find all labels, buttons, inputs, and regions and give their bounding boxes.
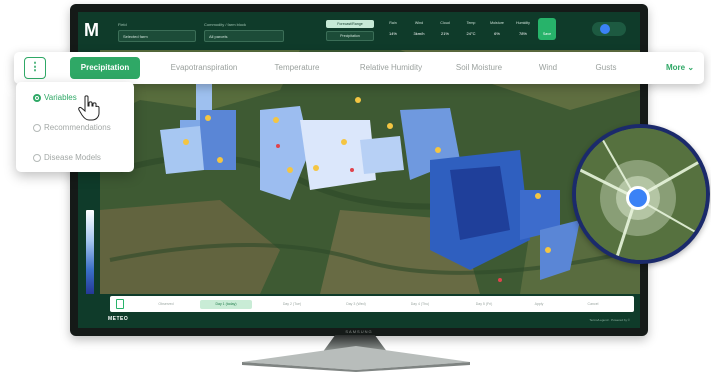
menu-button[interactable]: ⋮ bbox=[24, 57, 46, 79]
hand-cursor-icon bbox=[78, 95, 100, 121]
option-variables[interactable]: Variables bbox=[33, 92, 77, 104]
radio-icon bbox=[33, 154, 41, 162]
option-recommendations[interactable]: Recommendations bbox=[33, 122, 111, 134]
metric-humidity: Humidity 78% bbox=[516, 21, 530, 36]
mode-dropdown: Variables Recommendations Disease Models bbox=[16, 82, 134, 172]
day-2[interactable]: Day 2 (Tue) bbox=[264, 300, 320, 309]
metric-moisture: Moisture 6% bbox=[490, 21, 504, 36]
forecast-badge[interactable]: Forecast/Range bbox=[326, 20, 374, 28]
day-1[interactable]: Day 1 (today) bbox=[200, 300, 252, 309]
cancel-button[interactable]: Cancel bbox=[578, 300, 608, 309]
calendar-icon[interactable] bbox=[116, 299, 124, 309]
tv-stand-base bbox=[242, 346, 470, 372]
marketing-stage: M Field Selected farm Commodity / farm b… bbox=[0, 0, 711, 384]
day-5[interactable]: Day 5 (Fri) bbox=[456, 300, 512, 309]
metric-cloud: Cloud 21% bbox=[440, 21, 450, 36]
bottom-bar: Observed Day 1 (today) Day 2 (Tue) Day 3… bbox=[78, 294, 640, 328]
metric-wind: Wind 3km/h bbox=[413, 21, 425, 36]
tab-gusts[interactable]: Gusts bbox=[586, 61, 626, 75]
apply-button[interactable]: Apply bbox=[524, 300, 554, 309]
chevron-down-icon: ⌄ bbox=[687, 63, 695, 72]
zoom-map bbox=[576, 128, 706, 260]
tab-evapotranspiration[interactable]: Evapotranspiration bbox=[164, 61, 244, 75]
tab-temperature[interactable]: Temperature bbox=[262, 61, 332, 75]
field-label: Field bbox=[118, 22, 127, 27]
metric-temp: Temp 24°C bbox=[466, 21, 476, 36]
variable-tab-bar: ⋮ Precipitation Evapotranspiration Tempe… bbox=[14, 52, 704, 84]
day-4[interactable]: Day 4 (Thu) bbox=[392, 300, 448, 309]
day-observed[interactable]: Observed bbox=[136, 300, 196, 309]
app-logo[interactable]: M bbox=[84, 20, 99, 41]
save-button[interactable]: Save bbox=[538, 18, 556, 40]
day-selector: Observed Day 1 (today) Day 2 (Tue) Day 3… bbox=[110, 296, 634, 312]
tab-wind[interactable]: Wind bbox=[528, 61, 568, 75]
more-dropdown[interactable]: More ⌄ bbox=[666, 61, 694, 75]
toggle-knob bbox=[600, 24, 610, 34]
field-select[interactable]: Selected farm bbox=[118, 30, 196, 42]
radio-icon bbox=[33, 124, 41, 132]
footer-logo: METEO bbox=[108, 316, 129, 322]
footer-credits: Terms/Legend · Powered by © bbox=[589, 318, 630, 322]
radio-icon bbox=[33, 94, 41, 102]
tab-soil-moisture[interactable]: Soil Moisture bbox=[444, 61, 514, 75]
zoom-inset bbox=[572, 124, 710, 264]
menu-icon: ⋮ bbox=[29, 61, 41, 73]
day-3[interactable]: Day 3 (Wed) bbox=[328, 300, 384, 309]
user-toggle[interactable] bbox=[592, 22, 626, 36]
map-canvas bbox=[100, 50, 640, 294]
location-dot-icon bbox=[629, 189, 647, 207]
forecast-select[interactable]: Precipitation bbox=[326, 31, 374, 41]
satellite-map[interactable] bbox=[100, 50, 640, 294]
commodity-select[interactable]: All parcels bbox=[204, 30, 284, 42]
tv-brand: SAMSUNG bbox=[345, 329, 373, 334]
top-bar: M Field Selected farm Commodity / farm b… bbox=[78, 12, 640, 50]
precipitation-legend bbox=[86, 210, 94, 300]
tab-relative-humidity[interactable]: Relative Humidity bbox=[348, 61, 434, 75]
commodity-label: Commodity / farm block bbox=[204, 22, 247, 27]
tab-precipitation[interactable]: Precipitation bbox=[70, 57, 140, 79]
metric-rain: Rain 14% bbox=[388, 21, 397, 36]
option-disease-models[interactable]: Disease Models bbox=[33, 152, 101, 164]
